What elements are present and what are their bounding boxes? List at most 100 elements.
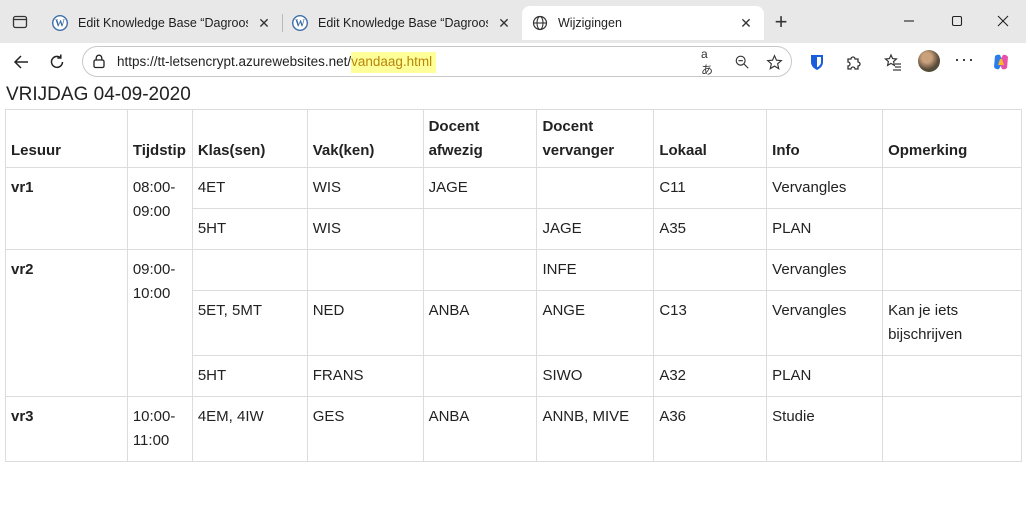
read-aloud-icon[interactable]: aあ (701, 47, 719, 77)
url-base: https://tt-letsencrypt.azurewebsites.net… (117, 54, 352, 69)
vervanger-cell: SIWO (536, 355, 655, 397)
wordpress-icon: W (52, 15, 68, 31)
new-tab-button[interactable]: + (768, 10, 794, 36)
tab-title: Wijzigingen (558, 16, 622, 30)
lokaal-cell: A36 (653, 396, 768, 462)
lokaal-cell: C13 (653, 290, 768, 356)
klas-cell: 5HT (191, 355, 308, 397)
opmerking-cell (882, 355, 1022, 397)
tab-title: Edit Knowledge Base “Dagrooster (318, 16, 488, 30)
info-cell: Vervangles (766, 167, 884, 209)
afwezig-cell: JAGE (422, 167, 538, 209)
header-opmerking: Opmerking (882, 109, 1022, 168)
url-text[interactable]: https://tt-letsencrypt.azurewebsites.net… (117, 52, 437, 73)
tab-title: Edit Knowledge Base “Dagrooster (78, 16, 248, 30)
globe-icon (532, 15, 548, 31)
changes-table: Lesuur Tijdstip Klas(sen) Vak(ken) Docen… (5, 109, 1022, 462)
klas-cell (191, 249, 308, 291)
vervanger-cell: JAGE (536, 208, 655, 250)
vak-cell: NED (306, 290, 424, 356)
minimize-icon (904, 20, 914, 22)
lokaal-cell: A32 (653, 355, 768, 397)
lokaal-cell: C11 (653, 167, 768, 209)
tab-wijzigingen[interactable]: Wijzigingen ✕ (522, 6, 764, 40)
header-lesuur: Lesuur (5, 109, 128, 168)
klas-cell: 5HT (191, 208, 308, 250)
header-docent-afwezig: Docent afwezig (422, 109, 538, 168)
opmerking-cell (882, 249, 1022, 291)
svg-text:W: W (295, 19, 305, 30)
header-info: Info (766, 109, 884, 168)
zoom-icon[interactable] (733, 53, 751, 71)
info-cell: Studie (766, 396, 884, 462)
more-menu-icon[interactable]: ··· (954, 49, 975, 70)
lesuur-cell: vr1 (5, 167, 128, 250)
svg-text:W: W (55, 19, 65, 30)
header-vakken: Vak(ken) (306, 109, 424, 168)
table-row: vr2 09:00-10:00 INFE Vervangles (5, 249, 1022, 397)
refresh-button[interactable] (42, 47, 72, 77)
vak-cell: WIS (306, 167, 424, 209)
profile-avatar[interactable] (918, 50, 940, 72)
minimize-button[interactable] (886, 6, 932, 36)
vak-cell: GES (306, 396, 424, 462)
lock-icon[interactable] (91, 53, 107, 69)
tijdstip-cell: 09:00-10:00 (126, 249, 193, 397)
tab-actions-icon (12, 15, 28, 29)
vak-cell: WIS (306, 208, 424, 250)
close-tab-icon[interactable]: ✕ (738, 15, 754, 31)
tab-strip: W Edit Knowledge Base “Dagrooster ✕ W Ed… (0, 0, 1026, 43)
copilot-icon[interactable] (990, 51, 1012, 73)
tab-edit-knowledge-base-1[interactable]: W Edit Knowledge Base “Dagrooster ✕ (42, 6, 282, 40)
maximize-icon (951, 15, 963, 27)
tijdstip-cell: 10:00-11:00 (126, 396, 193, 462)
lesuur-cell: vr3 (5, 396, 128, 462)
header-docent-vervanger: Docent vervanger (536, 109, 655, 168)
vervanger-cell: ANGE (536, 290, 655, 356)
vak-cell (306, 249, 424, 291)
info-cell: PLAN (766, 208, 884, 250)
header-tijdstip: Tijdstip (126, 109, 193, 168)
back-button[interactable] (6, 47, 36, 77)
afwezig-cell: ANBA (422, 396, 538, 462)
bitwarden-icon[interactable] (806, 51, 828, 73)
maximize-button[interactable] (934, 6, 980, 36)
table-header-row: Lesuur Tijdstip Klas(sen) Vak(ken) Docen… (5, 109, 1022, 168)
klas-cell: 4EM, 4IW (191, 396, 308, 462)
afwezig-cell (422, 355, 538, 397)
table-row: vr3 10:00-11:00 4EM, 4IW GES ANBA ANNB, … (5, 396, 1022, 462)
wordpress-icon: W (292, 15, 308, 31)
page-date-title: VRIJDAG 04-09-2020 (6, 84, 191, 105)
header-lokaal: Lokaal (653, 109, 768, 168)
close-window-button[interactable] (980, 6, 1026, 36)
opmerking-cell (882, 208, 1022, 250)
browser-toolbar: https://tt-letsencrypt.azurewebsites.net… (0, 43, 1026, 80)
vak-cell: FRANS (306, 355, 424, 397)
lokaal-cell (653, 249, 768, 291)
info-cell: Vervangles (766, 249, 884, 291)
afwezig-cell (422, 208, 538, 250)
back-arrow-icon (13, 55, 28, 69)
refresh-icon (50, 54, 64, 69)
afwezig-cell (422, 249, 538, 291)
table-row: vr1 08:00-09:00 4ET WIS JAGE C11 Vervang… (5, 167, 1022, 250)
favorite-star-icon[interactable] (765, 53, 783, 71)
vervanger-cell (536, 167, 655, 209)
tab-edit-knowledge-base-2[interactable]: W Edit Knowledge Base “Dagrooster ✕ (282, 6, 522, 40)
extensions-icon[interactable] (842, 51, 864, 73)
header-klassen: Klas(sen) (191, 109, 308, 168)
opmerking-cell (882, 167, 1022, 209)
tab-actions-button[interactable] (6, 9, 34, 35)
lesuur-cell: vr2 (5, 249, 128, 397)
close-tab-icon[interactable]: ✕ (256, 15, 272, 31)
favorites-icon[interactable] (882, 51, 904, 73)
url-path-highlighted: vandaag.html (351, 52, 437, 73)
vervanger-cell: ANNB, MIVE (536, 396, 655, 462)
afwezig-cell: ANBA (422, 290, 538, 356)
info-cell: Vervangles (766, 290, 884, 356)
close-tab-icon[interactable]: ✕ (496, 15, 512, 31)
close-icon (997, 15, 1009, 27)
page-content: VRIJDAG 04-09-2020 Lesuur Tijdstip Klas(… (0, 80, 1026, 509)
vervanger-cell: INFE (536, 249, 655, 291)
address-bar[interactable]: https://tt-letsencrypt.azurewebsites.net… (82, 46, 792, 77)
